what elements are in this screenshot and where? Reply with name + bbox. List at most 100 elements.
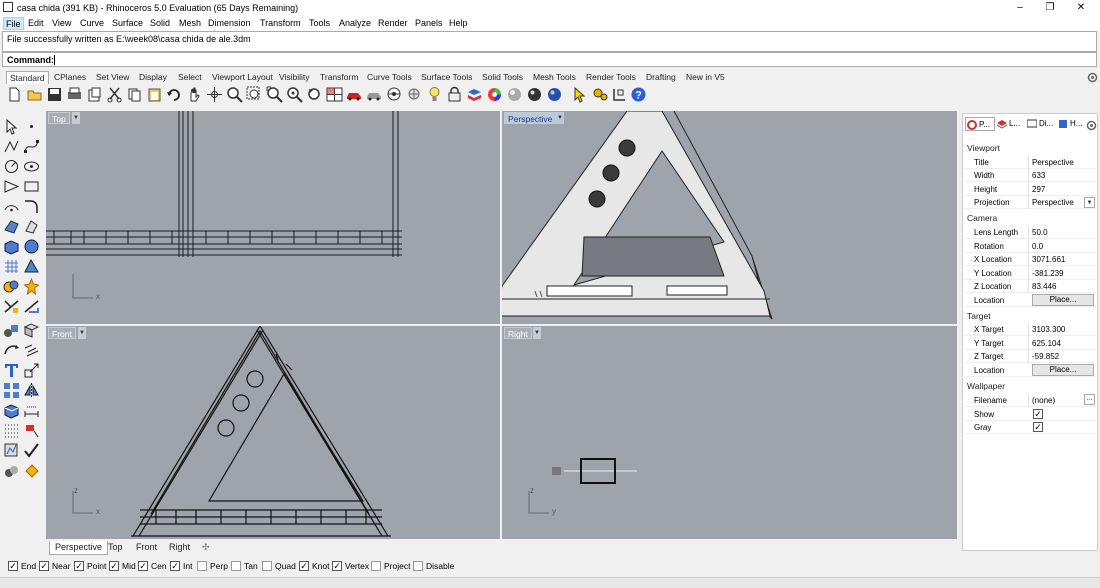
print-icon[interactable]: [66, 86, 83, 103]
y-target-value[interactable]: 625.104: [1032, 339, 1061, 348]
panel-gear-icon[interactable]: [1086, 120, 1097, 131]
tab-surface-tools[interactable]: Surface Tools: [418, 71, 475, 84]
array-icon[interactable]: [3, 382, 20, 399]
menu-mesh[interactable]: Mesh: [177, 17, 203, 30]
surface-corners-icon[interactable]: [3, 218, 20, 235]
tab-cplanes[interactable]: CPlanes: [51, 71, 89, 84]
layer-color-icon[interactable]: [466, 86, 483, 103]
text-icon[interactable]: [3, 362, 20, 379]
tab-curve-tools[interactable]: Curve Tools: [364, 71, 415, 84]
chevron-down-icon[interactable]: ▼: [556, 112, 564, 124]
zoom-window-icon[interactable]: [246, 86, 263, 103]
color-wheel-icon[interactable]: [486, 86, 503, 103]
tab-set-view[interactable]: Set View: [93, 71, 132, 84]
projection-dropdown-icon[interactable]: ▼: [1084, 197, 1095, 208]
command-line[interactable]: Command:: [2, 52, 1097, 67]
open-folder-icon[interactable]: [26, 86, 43, 103]
menu-render[interactable]: Render: [376, 17, 410, 30]
menu-dimension[interactable]: Dimension: [206, 17, 253, 30]
panel-tab-display[interactable]: Di...: [1026, 117, 1056, 131]
help-icon[interactable]: ?: [630, 86, 647, 103]
z-target-value[interactable]: -59.852: [1032, 352, 1059, 361]
check-icon[interactable]: [23, 442, 40, 459]
group-icon[interactable]: [3, 322, 20, 339]
viewport-label-top[interactable]: Top: [48, 112, 70, 124]
prop-width-value[interactable]: 633: [1032, 171, 1045, 180]
cplane-icon[interactable]: [386, 86, 403, 103]
grid-snap-icon[interactable]: [3, 422, 20, 439]
prop-title-value[interactable]: Perspective: [1032, 158, 1074, 167]
extrude-solid-icon[interactable]: [3, 402, 20, 419]
ellipse-icon[interactable]: [23, 158, 40, 175]
template-icon[interactable]: [86, 86, 103, 103]
save-icon[interactable]: [46, 86, 63, 103]
zoom-selected-icon[interactable]: [286, 86, 303, 103]
vptab-front[interactable]: Front: [131, 541, 162, 555]
four-viewports-icon[interactable]: [326, 86, 343, 103]
vptab-right[interactable]: Right: [164, 541, 195, 555]
minimize-button[interactable]: –: [1005, 0, 1035, 16]
chevron-down-icon[interactable]: ▼: [72, 112, 80, 124]
select-tool-icon[interactable]: [406, 86, 423, 103]
menu-help[interactable]: Help: [447, 17, 470, 30]
tab-solid-tools[interactable]: Solid Tools: [479, 71, 526, 84]
arc-icon[interactable]: [3, 198, 20, 215]
render-mesh-icon[interactable]: [23, 258, 40, 275]
prop-height-value[interactable]: 297: [1032, 185, 1045, 194]
environment-sphere-icon[interactable]: [546, 86, 563, 103]
select-arrow-icon[interactable]: [3, 118, 20, 135]
copy-object-icon[interactable]: [23, 342, 40, 359]
tab-render-tools[interactable]: Render Tools: [583, 71, 639, 84]
projection-select[interactable]: Perspective: [1032, 198, 1074, 207]
tab-standard[interactable]: Standard: [6, 71, 49, 84]
sphere-solid-icon[interactable]: [23, 238, 40, 255]
material-sphere-icon[interactable]: [526, 86, 543, 103]
dimension-tool-icon[interactable]: [612, 86, 629, 103]
block-icon[interactable]: [23, 322, 40, 339]
hide-object-icon[interactable]: [3, 462, 20, 479]
panel-tab-help[interactable]: H...: [1057, 117, 1087, 131]
polyline-icon[interactable]: [3, 138, 20, 155]
viewport-label-perspective[interactable]: Perspective: [504, 112, 557, 124]
close-button[interactable]: ✕: [1066, 0, 1096, 16]
chevron-down-icon[interactable]: ▼: [533, 327, 541, 339]
scale-icon[interactable]: [23, 362, 40, 379]
split-icon[interactable]: [23, 298, 40, 315]
undo-view-icon[interactable]: [306, 86, 323, 103]
tab-transform[interactable]: Transform: [317, 71, 361, 84]
y-location-value[interactable]: -381.239: [1032, 269, 1064, 278]
leader-icon[interactable]: [23, 422, 40, 439]
tab-drafting[interactable]: Drafting: [643, 71, 679, 84]
panel-tab-properties[interactable]: P...: [965, 117, 995, 131]
camera-place-button[interactable]: Place...: [1032, 294, 1094, 306]
x-location-value[interactable]: 3071.661: [1032, 255, 1065, 264]
menu-solid[interactable]: Solid: [148, 17, 172, 30]
rotate-view-icon[interactable]: [206, 86, 223, 103]
target-place-button[interactable]: Place...: [1032, 364, 1094, 376]
explode-icon[interactable]: [23, 278, 40, 295]
menu-panels[interactable]: Panels: [413, 17, 445, 30]
viewport-front[interactable]: z x Front ▼: [46, 326, 500, 539]
options-gears-icon[interactable]: [592, 86, 609, 103]
menu-view[interactable]: View: [50, 17, 73, 30]
menu-tools[interactable]: Tools: [307, 17, 332, 30]
dimension-icon[interactable]: [23, 402, 40, 419]
paste-icon[interactable]: [146, 86, 163, 103]
chevron-down-icon[interactable]: ▼: [78, 327, 86, 339]
gear-icon[interactable]: [1087, 72, 1098, 83]
tab-viewport-layout[interactable]: Viewport Layout: [209, 71, 276, 84]
viewport-label-right[interactable]: Right: [504, 327, 532, 339]
gray-checkbox[interactable]: ✓: [1033, 422, 1043, 432]
tab-mesh-tools[interactable]: Mesh Tools: [530, 71, 579, 84]
fillet-curve-icon[interactable]: [23, 198, 40, 215]
x-target-value[interactable]: 3103.300: [1032, 325, 1065, 334]
viewport-label-front[interactable]: Front: [48, 327, 76, 339]
undo-icon[interactable]: [166, 86, 183, 103]
zoom-icon[interactable]: [226, 86, 243, 103]
tab-display[interactable]: Display: [136, 71, 170, 84]
menu-surface[interactable]: Surface: [110, 17, 145, 30]
menu-analyze[interactable]: Analyze: [337, 17, 373, 30]
rectangle-icon[interactable]: [23, 178, 40, 195]
menu-transform[interactable]: Transform: [258, 17, 303, 30]
analyze-icon[interactable]: [3, 442, 20, 459]
